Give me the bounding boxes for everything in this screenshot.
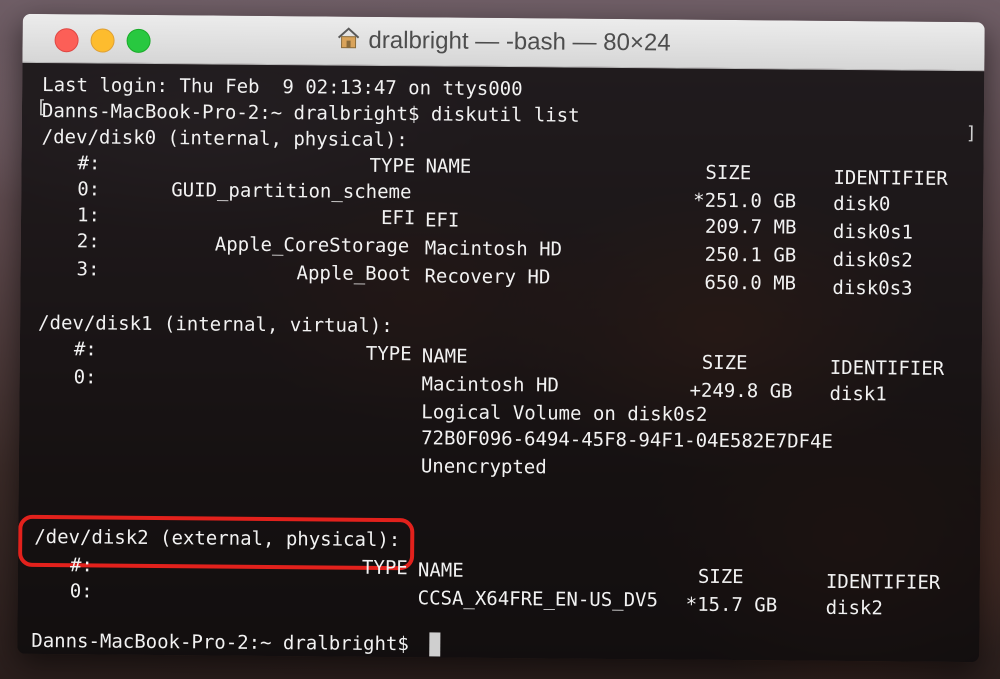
disk0-row3-name: Recovery HD (424, 265, 551, 289)
disk0-col-identifier: IDENTIFIER (833, 166, 948, 190)
disk1-col-num: #: (73, 338, 97, 361)
disk1-uuid: 72B0F096-6494-45F8-94F1-04E582E7DF4E (421, 427, 834, 453)
disk0-row0-type: GUID_partition_scheme (171, 179, 412, 204)
last-login-line: Last login: Thu Feb 9 02:13:47 on ttys00… (42, 73, 523, 101)
disk2-row0-size: *15.7 GB (685, 593, 778, 617)
text-cursor (429, 632, 441, 657)
disk1-logical-volume: Logical Volume on disk0s2 (421, 401, 708, 426)
command-line: Danns-MacBook-Pro-2:~ dralbright$ diskut… (41, 99, 580, 127)
disk2-col-name: NAME (417, 559, 464, 582)
home-folder-icon (336, 27, 360, 56)
disk2-col-identifier: IDENTIFIER (825, 570, 941, 594)
disk0-row1-name: EFI (424, 209, 460, 232)
disk0-row1-type: EFI (380, 206, 416, 230)
disk0-row0-identifier: disk0 (833, 192, 891, 216)
disk0-row0-size: *251.0 GB (693, 189, 797, 213)
disk1-row0-name: Macintosh HD (421, 373, 559, 397)
disk0-col-size: SIZE (705, 161, 752, 185)
disk2-col-type: TYPE (361, 556, 408, 580)
disk0-row1-size: 209.7 MB (704, 215, 797, 239)
disk0-col-name: NAME (425, 155, 472, 178)
disk2-col-size: SIZE (697, 565, 744, 589)
disk1-row0-identifier: disk1 (829, 382, 887, 406)
window-title-area: dralbright — -bash — 80×24 (22, 24, 984, 62)
disk0-col-type: TYPE (369, 154, 416, 178)
disk1-row0-num: 0: (73, 366, 97, 389)
disk0-row2-num: 2: (76, 230, 100, 253)
disk2-row0-num: 0: (69, 580, 93, 603)
terminal-window: dralbright — -bash — 80×24 Last login: T… (17, 13, 985, 663)
disk2-col-num: #: (69, 554, 93, 577)
disk0-row2-identifier: disk0s2 (832, 248, 913, 272)
disk0-row2-type: Apple_CoreStorage (214, 233, 410, 258)
disk1-col-type: TYPE (365, 342, 412, 366)
disk2-row0-identifier: disk2 (825, 596, 883, 620)
mark-bracket-right: ] (965, 123, 977, 145)
terminal-content[interactable]: Last login: Thu Feb 9 02:13:47 on ttys00… (17, 62, 985, 663)
disk0-row0-num: 0: (77, 178, 101, 201)
disk0-row3-size: 650.0 MB (704, 271, 797, 295)
disk1-col-size: SIZE (701, 351, 748, 375)
disk2-row0-name: CCSA_X64FRE_EN-US_DV5 (417, 587, 659, 612)
disk1-col-name: NAME (421, 345, 468, 368)
disk0-col-num: #: (77, 152, 101, 175)
disk1-row0-size: +249.8 GB (689, 379, 793, 403)
disk0-header: /dev/disk0 (internal, physical): (41, 125, 408, 152)
disk0-row3-type: Apple_Boot (296, 262, 412, 286)
final-prompt: Danns-MacBook-Pro-2:~ dralbright$ (31, 629, 409, 656)
window-title: dralbright — -bash — 80×24 (368, 26, 671, 57)
disk0-row3-identifier: disk0s3 (832, 276, 913, 300)
disk1-col-identifier: IDENTIFIER (829, 356, 945, 380)
disk2-header: /dev/disk2 (external, physical): (34, 525, 401, 552)
title-bar[interactable]: dralbright — -bash — 80×24 (22, 13, 985, 72)
disk1-header: /dev/disk1 (internal, virtual): (38, 311, 393, 338)
disk0-row2-size: 250.1 GB (704, 243, 797, 267)
disk0-row2-name: Macintosh HD (424, 237, 563, 261)
disk0-row1-num: 1: (76, 204, 101, 227)
mark-bracket-left: [ (35, 96, 47, 119)
disk0-row3-num: 3: (76, 258, 100, 281)
disk0-row1-identifier: disk0s1 (832, 220, 914, 244)
disk1-encryption: Unencrypted (420, 455, 547, 479)
